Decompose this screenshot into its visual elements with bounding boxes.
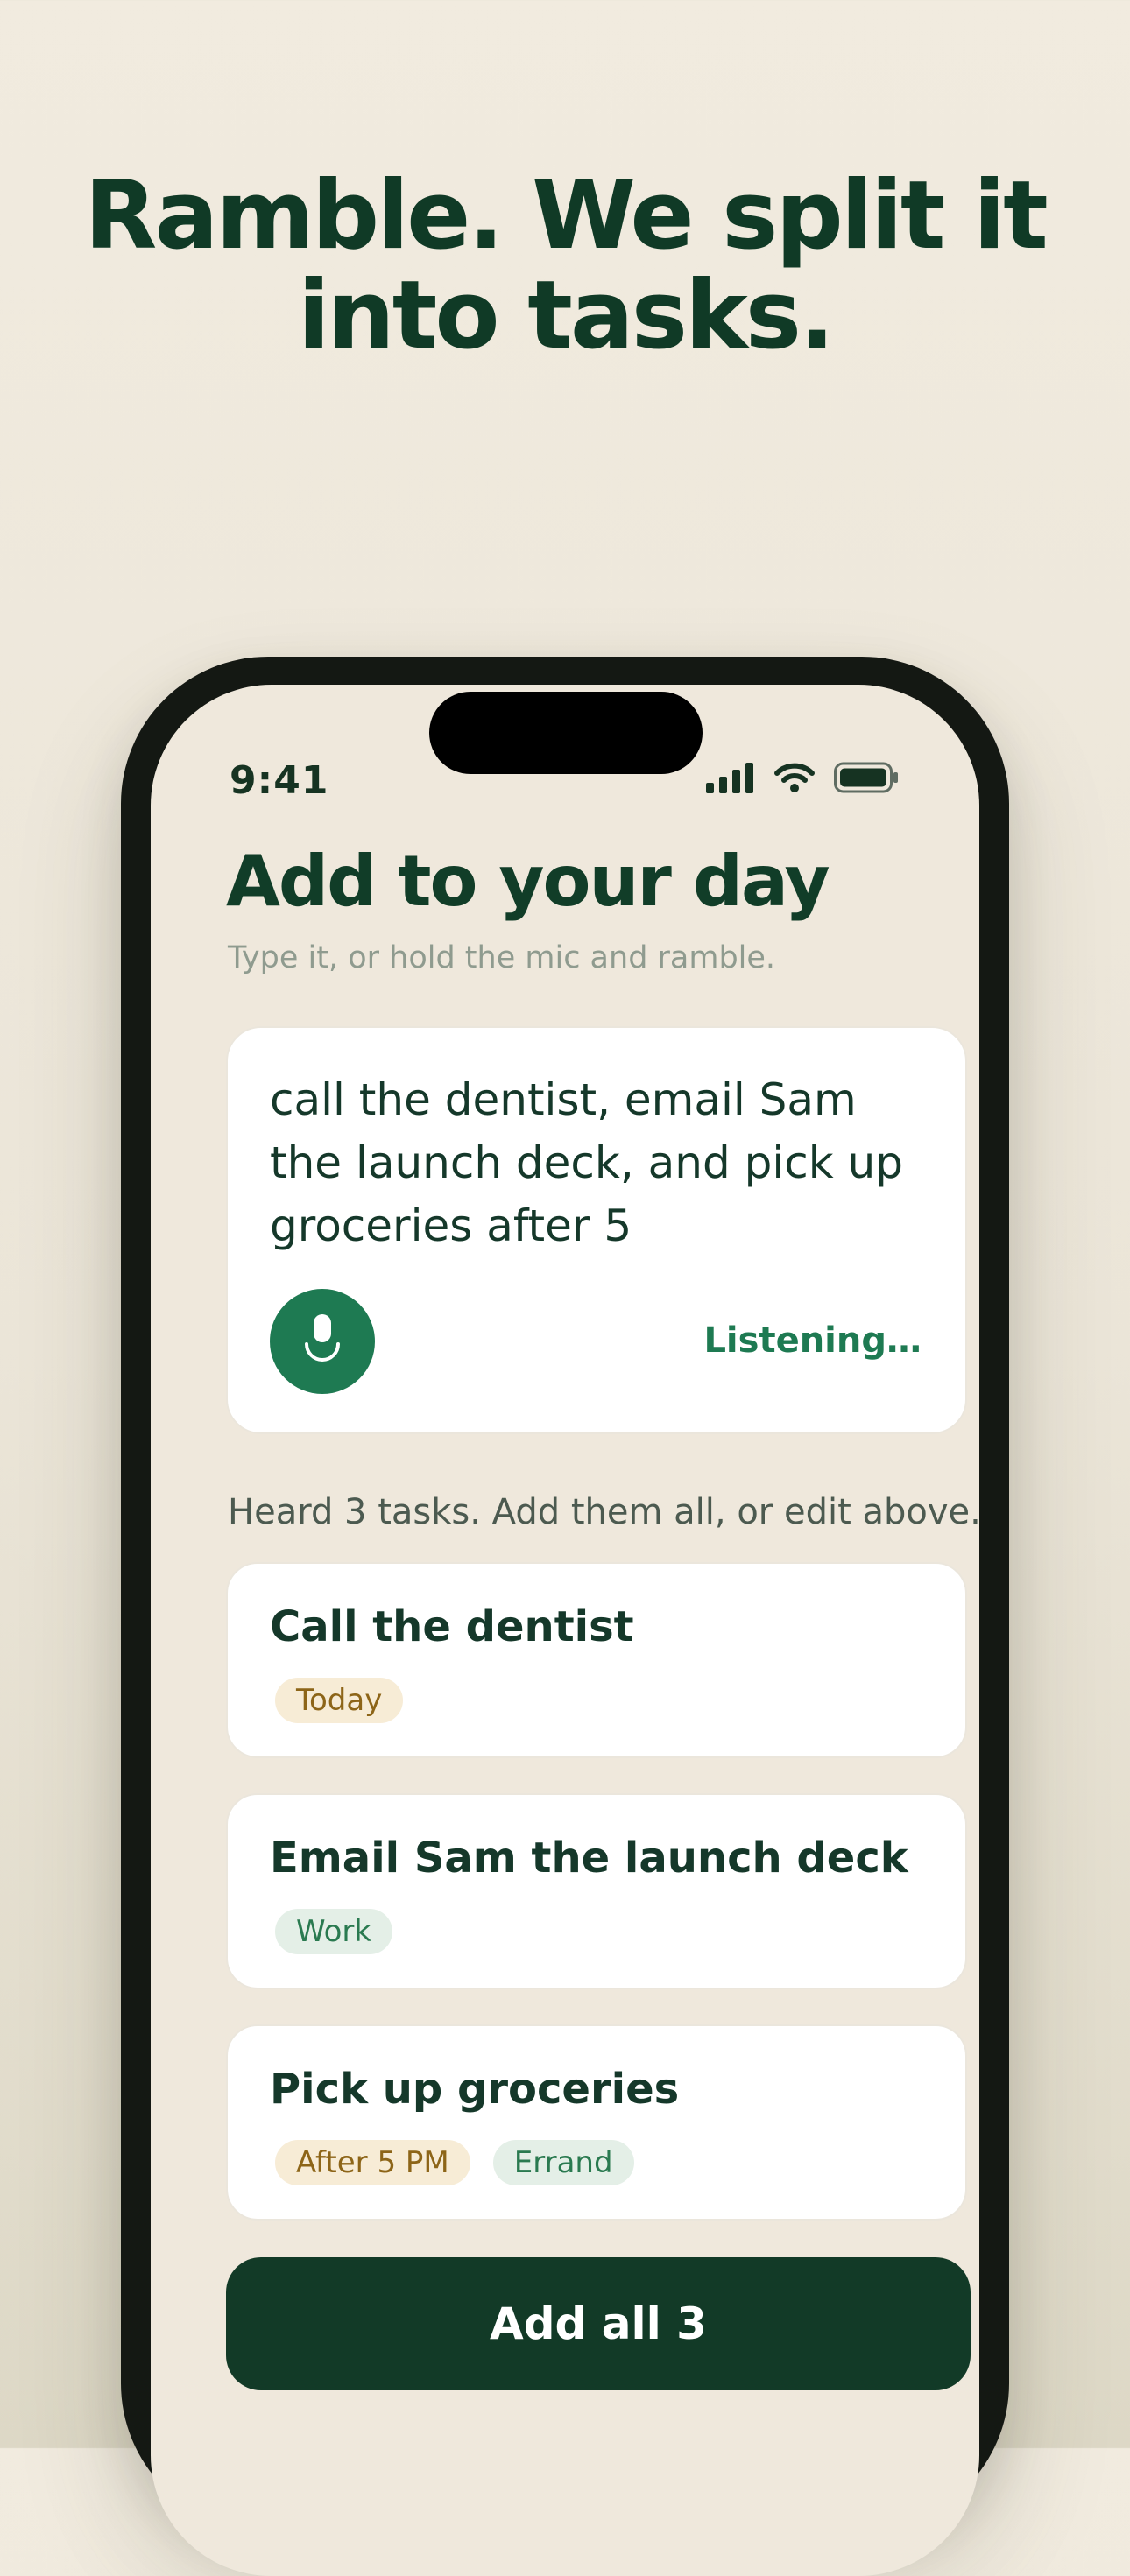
headline-line-2: into tasks. xyxy=(297,261,835,370)
screen-subtitle: Type it, or hold the mic and ramble. xyxy=(228,940,776,975)
microphone-icon xyxy=(300,1313,345,1370)
screen-title: Add to your day xyxy=(226,841,830,922)
status-icons xyxy=(706,762,899,797)
task-card[interactable]: Call the dentist Today xyxy=(226,1562,967,1758)
mic-button[interactable] xyxy=(270,1289,375,1394)
task-title: Email Sam the launch deck xyxy=(270,1833,908,1883)
tag-errand: Errand xyxy=(492,2140,634,2185)
ramble-input-text[interactable]: call the dentist, email Sam the launch d… xyxy=(270,1068,936,1257)
task-tags: Work xyxy=(275,1909,393,1954)
battery-icon xyxy=(834,762,899,797)
tag-today: Today xyxy=(275,1678,404,1723)
add-all-button[interactable]: Add all 3 xyxy=(226,2257,971,2390)
task-title: Call the dentist xyxy=(270,1602,634,1651)
task-card[interactable]: Pick up groceries After 5 PM Errand xyxy=(226,2024,967,2221)
status-time: 9:41 xyxy=(230,758,329,803)
heard-summary: Heard 3 tasks. Add them all, or edit abo… xyxy=(228,1492,979,1532)
headline-line-1: Ramble. We split it xyxy=(84,161,1048,271)
task-tags: After 5 PM Errand xyxy=(275,2140,634,2185)
marketing-headline: Ramble. We split it into tasks. xyxy=(0,166,1130,366)
app-screen: 9:41 Add to your day Type it, or hold th… xyxy=(151,685,979,2576)
dynamic-island xyxy=(429,692,703,774)
task-card[interactable]: Email Sam the launch deck Work xyxy=(226,1793,967,1989)
tag-work: Work xyxy=(275,1909,393,1954)
phone-frame: 9:41 Add to your day Type it, or hold th… xyxy=(121,657,1009,2576)
wifi-icon xyxy=(774,763,815,796)
tag-after-5pm: After 5 PM xyxy=(275,2140,470,2185)
ramble-input-card[interactable]: call the dentist, email Sam the launch d… xyxy=(226,1026,967,1434)
listening-status: Listening… xyxy=(703,1320,922,1361)
task-tags: Today xyxy=(275,1678,404,1723)
cellular-signal-icon xyxy=(706,762,755,797)
task-title: Pick up groceries xyxy=(270,2065,680,2114)
